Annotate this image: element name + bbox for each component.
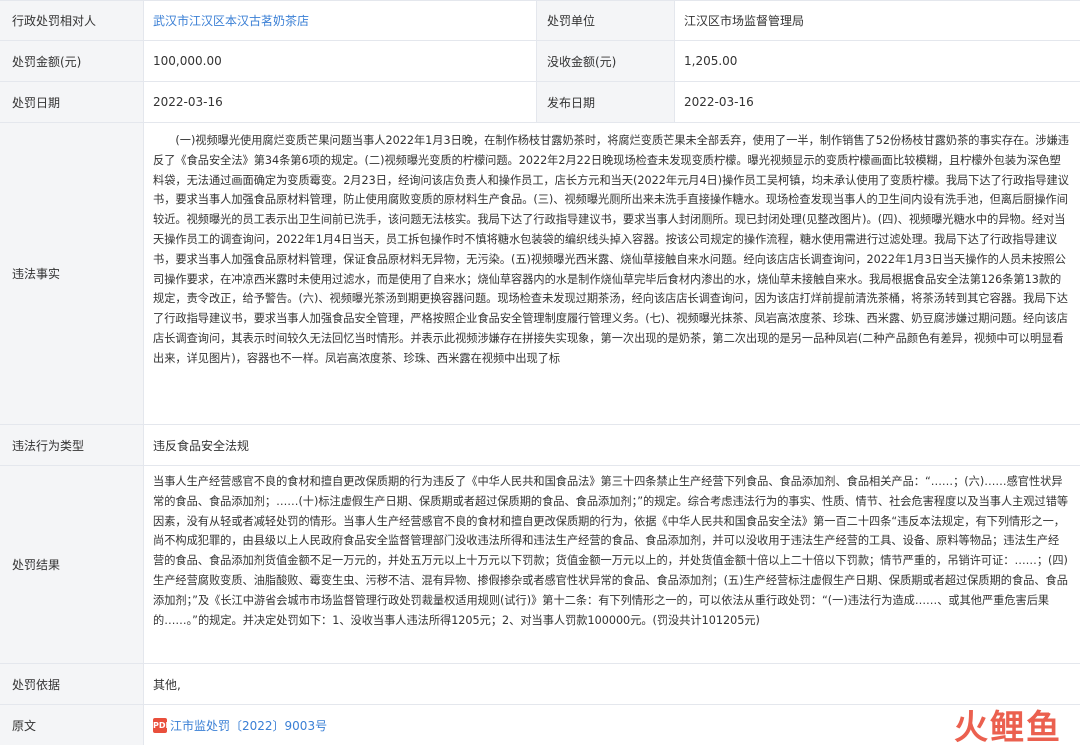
row-source: 原文 PDF 江市监处罚〔2022〕9003号 xyxy=(0,705,1080,745)
row-type: 违法行为类型 违反食品安全法规 xyxy=(0,425,1080,466)
confiscated-label: 没收金额(元) xyxy=(537,41,675,81)
result-text: 当事人生产经营感官不良的食材和擅自更改保质期的行为违反了《中华人民共和国食品法》… xyxy=(153,475,1069,627)
watermark-logo: 火鲤鱼 xyxy=(954,708,1062,748)
source-label: 原文 xyxy=(0,705,144,745)
facts-label: 违法事实 xyxy=(0,123,144,424)
penalty-info-table: 行政处罚相对人 武汉市江汉区本汉古茗奶茶店 处罚单位 江汉区市场监督管理局 处罚… xyxy=(0,0,1080,745)
publish-label: 发布日期 xyxy=(537,82,675,122)
publish-value: 2022-03-16 xyxy=(684,95,754,109)
source-cell: PDF 江市监处罚〔2022〕9003号 xyxy=(144,705,1080,745)
row-basis: 处罚依据 其他, xyxy=(0,664,1080,705)
amount-label: 处罚金额(元) xyxy=(0,41,144,81)
pdf-icon: PDF xyxy=(153,717,171,733)
result-value: 当事人生产经营感官不良的食材和擅自更改保质期的行为违反了《中华人民共和国食品法》… xyxy=(144,466,1080,663)
row-facts: 违法事实 (一)视频曝光使用腐烂变质芒果问题当事人2022年1月3日晚，在制作杨… xyxy=(0,123,1080,425)
facts-value: (一)视频曝光使用腐烂变质芒果问题当事人2022年1月3日晚，在制作杨枝甘露奶茶… xyxy=(144,123,1080,424)
type-value: 违反食品安全法规 xyxy=(153,438,250,453)
target-link[interactable]: 武汉市江汉区本汉古茗奶茶店 xyxy=(153,12,309,29)
row-date: 处罚日期 2022-03-16 发布日期 2022-03-16 xyxy=(0,82,1080,123)
row-target: 行政处罚相对人 武汉市江汉区本汉古茗奶茶店 处罚单位 江汉区市场监督管理局 xyxy=(0,1,1080,41)
facts-text: (一)视频曝光使用腐烂变质芒果问题当事人2022年1月3日晚，在制作杨枝甘露奶茶… xyxy=(153,134,1069,365)
amount-value: 100,000.00 xyxy=(144,41,537,81)
result-label: 处罚结果 xyxy=(0,466,144,663)
row-result: 处罚结果 当事人生产经营感官不良的食材和擅自更改保质期的行为违反了《中华人民共和… xyxy=(0,466,1080,664)
basis-label: 处罚依据 xyxy=(0,664,144,704)
target-cell: 武汉市江汉区本汉古茗奶茶店 xyxy=(144,1,537,40)
basis-value: 其他, xyxy=(153,677,181,692)
unit-value: 江汉区市场监督管理局 xyxy=(684,14,805,28)
type-label: 违法行为类型 xyxy=(0,425,144,465)
source-link[interactable]: 江市监处罚〔2022〕9003号 xyxy=(170,717,327,734)
target-label: 行政处罚相对人 xyxy=(0,1,144,40)
row-amount: 处罚金额(元) 100,000.00 没收金额(元) 1,205.00 xyxy=(0,41,1080,82)
date-label: 处罚日期 xyxy=(0,82,144,122)
unit-label: 处罚单位 xyxy=(537,1,675,40)
date-value: 2022-03-16 xyxy=(144,82,537,122)
confiscated-value: 1,205.00 xyxy=(684,54,738,68)
